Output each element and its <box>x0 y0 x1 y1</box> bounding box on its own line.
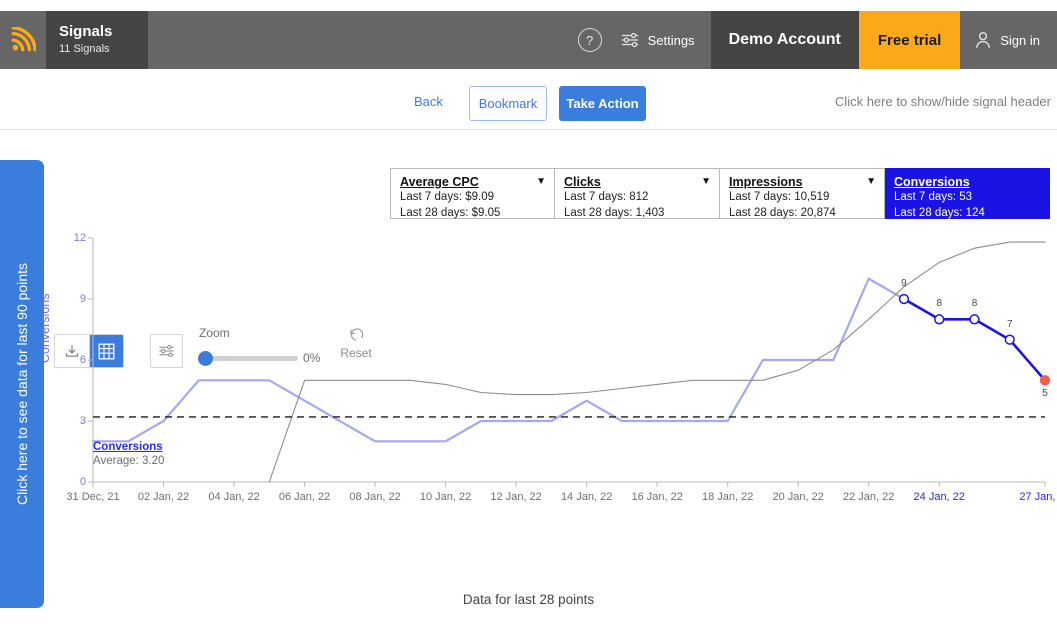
x-axis-tick: 12 Jan, 22 <box>490 491 542 503</box>
chevron-down-icon[interactable]: ▼ <box>536 177 546 187</box>
y-axis-title: Conversions <box>38 293 52 363</box>
top-header-bar: Signals 11 Signals ? Settings Demo Accou… <box>0 11 1057 69</box>
x-axis-tick: 24 Jan, 22 <box>913 491 965 503</box>
x-axis-tick: 10 Jan, 22 <box>419 491 472 503</box>
account-button[interactable]: Demo Account <box>710 11 859 69</box>
y-axis-tick: 6 <box>79 354 86 366</box>
person-icon <box>976 32 991 48</box>
data-point-label: 5 <box>1042 388 1048 400</box>
free-trial-label: Free trial <box>877 31 942 49</box>
average-line-value-label: Average: 3.20 <box>93 455 165 467</box>
signals-chart-page: Signals 11 Signals ? Settings Demo Accou… <box>0 0 1057 624</box>
help-icon: ? <box>577 28 602 52</box>
data-point-label: 8 <box>971 298 978 310</box>
sign-in-button[interactable]: Sign in <box>960 11 1057 69</box>
data-point-label: 7 <box>1006 318 1013 330</box>
metric-card-last7: Last 7 days: 812 <box>564 191 649 203</box>
average-line-series-label: Conversions <box>93 441 163 453</box>
x-axis-tick: 27 Jan, 22 <box>1019 491 1057 503</box>
data-point-label: 8 <box>936 298 942 310</box>
y-axis-tick: 3 <box>79 415 86 427</box>
show-hide-header-hint[interactable]: Click here to show/hide signal header <box>835 94 1051 109</box>
sign-in-label: Sign in <box>1000 32 1040 48</box>
last-90-points-tab[interactable]: Click here to see data for last 90 point… <box>0 160 44 608</box>
metric-card-conversions[interactable]: Conversions Last 7 days: 53 Last 28 days… <box>885 168 1050 219</box>
metric-cards: Average CPC Last 7 days: $9.09 Last 28 d… <box>390 168 1050 219</box>
x-axis-tick: 04 Jan, 22 <box>208 491 260 503</box>
chevron-down-icon[interactable]: ▼ <box>866 177 876 187</box>
chart-caption: Data for last 28 points <box>462 592 595 607</box>
account-label: Demo Account <box>728 31 841 48</box>
back-button[interactable]: Back <box>414 94 443 109</box>
metric-card-last28: Last 28 days: 20,874 <box>729 206 836 219</box>
metric-card-title: Average CPC <box>400 175 479 189</box>
metric-card-last28: Last 28 days: 1,403 <box>564 206 665 219</box>
metric-card-last28: Last 28 days: $9.05 <box>400 206 501 219</box>
take-action-button[interactable]: Take Action <box>559 86 646 121</box>
last-90-points-label: Click here to see data for last 90 point… <box>14 262 30 506</box>
signals-count: 11 Signals <box>59 43 110 55</box>
settings-label: Settings <box>647 32 695 48</box>
x-axis-tick: 31 Dec, 21 <box>66 491 120 503</box>
settings-button[interactable]: Settings <box>616 11 711 69</box>
metric-card-last28: Last 28 days: 124 <box>894 206 985 219</box>
metric-card-title: Impressions <box>729 175 803 189</box>
metric-card-last7: Last 7 days: 10,519 <box>729 191 830 203</box>
metric-card-average-cpc[interactable]: Average CPC Last 7 days: $9.09 Last 28 d… <box>390 168 555 219</box>
x-axis-tick: 08 Jan, 22 <box>349 491 401 503</box>
help-button[interactable]: ? <box>564 11 616 69</box>
metric-card-clicks[interactable]: Clicks Last 7 days: 812 Last 28 days: 1,… <box>555 168 720 219</box>
x-axis-tick: 22 Jan, 22 <box>843 491 895 503</box>
x-axis-tick: 06 Jan, 22 <box>278 491 331 503</box>
free-trial-button[interactable]: Free trial <box>858 11 961 69</box>
x-axis-tick: 14 Jan, 22 <box>560 491 613 503</box>
data-point-label: 9 <box>901 278 907 289</box>
app-title: Signals <box>59 23 113 40</box>
conversions-chart: Conversions Conversions Average: 3.20 0 3… <box>38 230 1057 550</box>
metric-card-impressions[interactable]: Impressions Last 7 days: 10,519 Last 28 … <box>720 168 885 219</box>
rss-signal-icon <box>11 27 36 52</box>
y-axis-tick: 12 <box>73 232 86 244</box>
sliders-icon <box>621 32 638 48</box>
metric-card-last7: Last 7 days: 53 <box>894 191 972 203</box>
metric-card-title: Clicks <box>564 175 601 189</box>
metric-card-title: Conversions <box>894 175 970 189</box>
y-axis-tick: 0 <box>79 476 86 488</box>
x-axis-tick: 18 Jan, 22 <box>701 491 754 503</box>
x-axis-tick: 02 Jan, 22 <box>137 491 190 503</box>
x-axis-tick: 16 Jan, 22 <box>631 491 683 503</box>
signals-title-block[interactable]: Signals 11 Signals <box>46 11 148 69</box>
x-axis-tick: 20 Jan, 22 <box>772 491 824 503</box>
app-logo[interactable] <box>0 11 46 69</box>
header-spacer <box>148 11 564 69</box>
y-axis-tick: 9 <box>79 293 86 305</box>
metric-card-last7: Last 7 days: $9.09 <box>400 191 494 203</box>
chevron-down-icon[interactable]: ▼ <box>701 177 711 187</box>
bookmark-button[interactable]: Bookmark <box>469 86 547 121</box>
